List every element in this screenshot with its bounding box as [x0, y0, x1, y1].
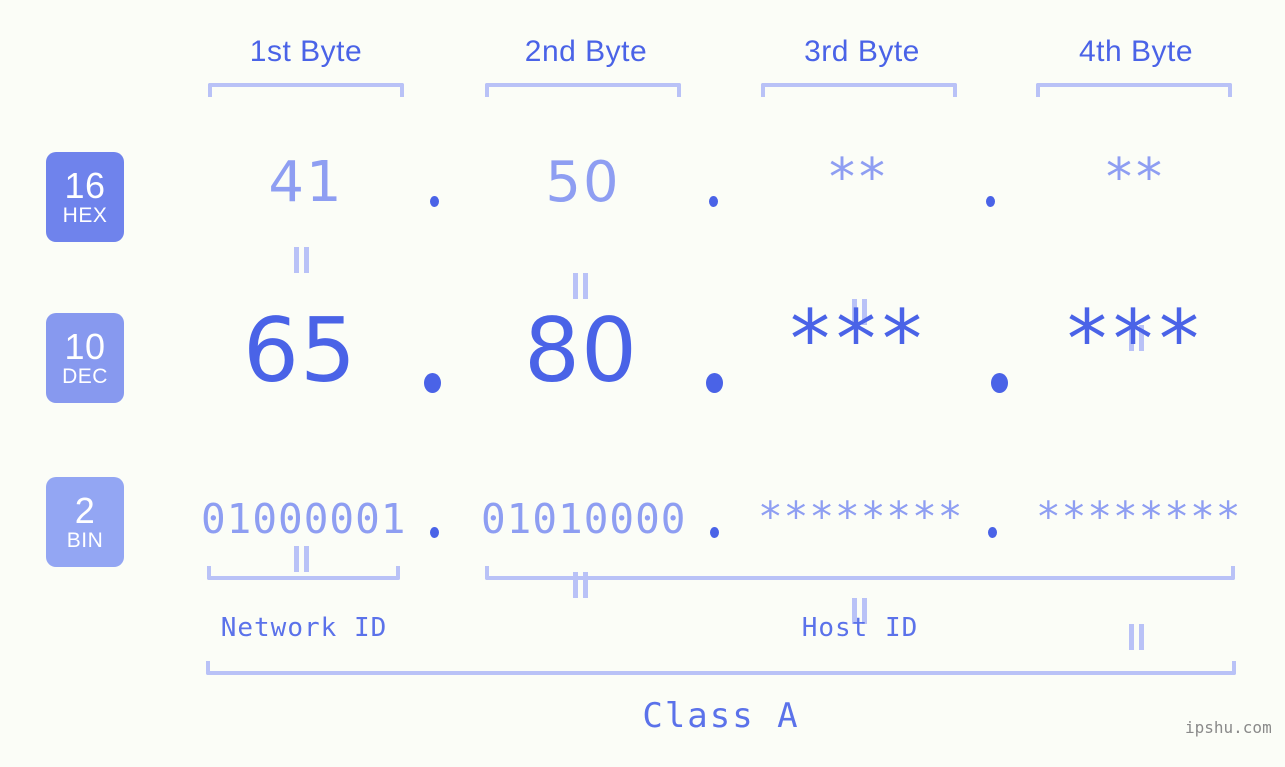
host-id-bracket: [485, 566, 1235, 580]
hex-value-byte-3: **: [829, 148, 889, 208]
bin-separator-dot-2: [710, 527, 719, 538]
bin-value-byte-4: ********: [1036, 493, 1242, 541]
hex-value-byte-1: 41: [268, 150, 344, 215]
dec-value-byte-1: 65: [243, 299, 357, 402]
hex-value-byte-2: 50: [545, 150, 621, 215]
host-id-label: Host ID: [801, 613, 919, 643]
bin-value-byte-3: ********: [758, 493, 964, 541]
bin-value-byte-2: 01010000: [481, 495, 687, 543]
dec-value-byte-4: ***: [1067, 293, 1205, 386]
dec-separator-dot-2: [706, 373, 723, 393]
hex-separator-dot-2: [709, 196, 718, 207]
byte-bracket-top-2: [485, 83, 681, 97]
base-badge-bin-name: BIN: [66, 529, 104, 552]
base-badge-hex-number: 16: [64, 165, 106, 206]
dec-separator-dot-3: [991, 373, 1008, 393]
base-badge-hex: 16 HEX: [46, 152, 124, 242]
hex-separator-dot-3: [986, 196, 995, 207]
class-bracket: [206, 661, 1236, 675]
base-badge-bin: 2 BIN: [46, 477, 124, 567]
base-badge-dec-name: DEC: [62, 365, 108, 388]
ip-byte-breakdown-diagram: 1st Byte 2nd Byte 3rd Byte 4th Byte 16 H…: [0, 0, 1285, 767]
dec-value-byte-2: 80: [524, 299, 638, 402]
equals-mark-dec-bin-4: [1129, 624, 1144, 650]
byte-header-label-2: 2nd Byte: [524, 35, 648, 68]
byte-header-label-1: 1st Byte: [249, 35, 363, 68]
byte-bracket-top-1: [208, 83, 404, 97]
byte-header-label-4: 4th Byte: [1078, 35, 1194, 68]
byte-header-label-3: 3rd Byte: [804, 35, 920, 68]
base-badge-dec-number: 10: [64, 326, 106, 367]
base-badge-hex-name: HEX: [62, 204, 108, 227]
bin-separator-dot-3: [988, 527, 997, 538]
ip-class-label: Class A: [642, 696, 800, 736]
bin-separator-dot-1: [430, 527, 439, 538]
equals-mark-hex-dec-2: [573, 273, 588, 299]
site-watermark: ipshu.com: [1185, 718, 1272, 737]
hex-separator-dot-1: [430, 196, 439, 207]
base-badge-bin-number: 2: [74, 490, 96, 531]
dec-separator-dot-1: [424, 373, 441, 393]
network-id-label: Network ID: [220, 613, 388, 643]
dec-value-byte-3: ***: [790, 293, 928, 386]
byte-bracket-top-3: [761, 83, 957, 97]
hex-value-byte-4: **: [1106, 148, 1166, 208]
bin-value-byte-1: 01000001: [201, 495, 407, 543]
base-badge-dec: 10 DEC: [46, 313, 124, 403]
byte-bracket-top-4: [1036, 83, 1232, 97]
network-id-bracket: [207, 566, 400, 580]
equals-mark-hex-dec-1: [294, 247, 309, 273]
